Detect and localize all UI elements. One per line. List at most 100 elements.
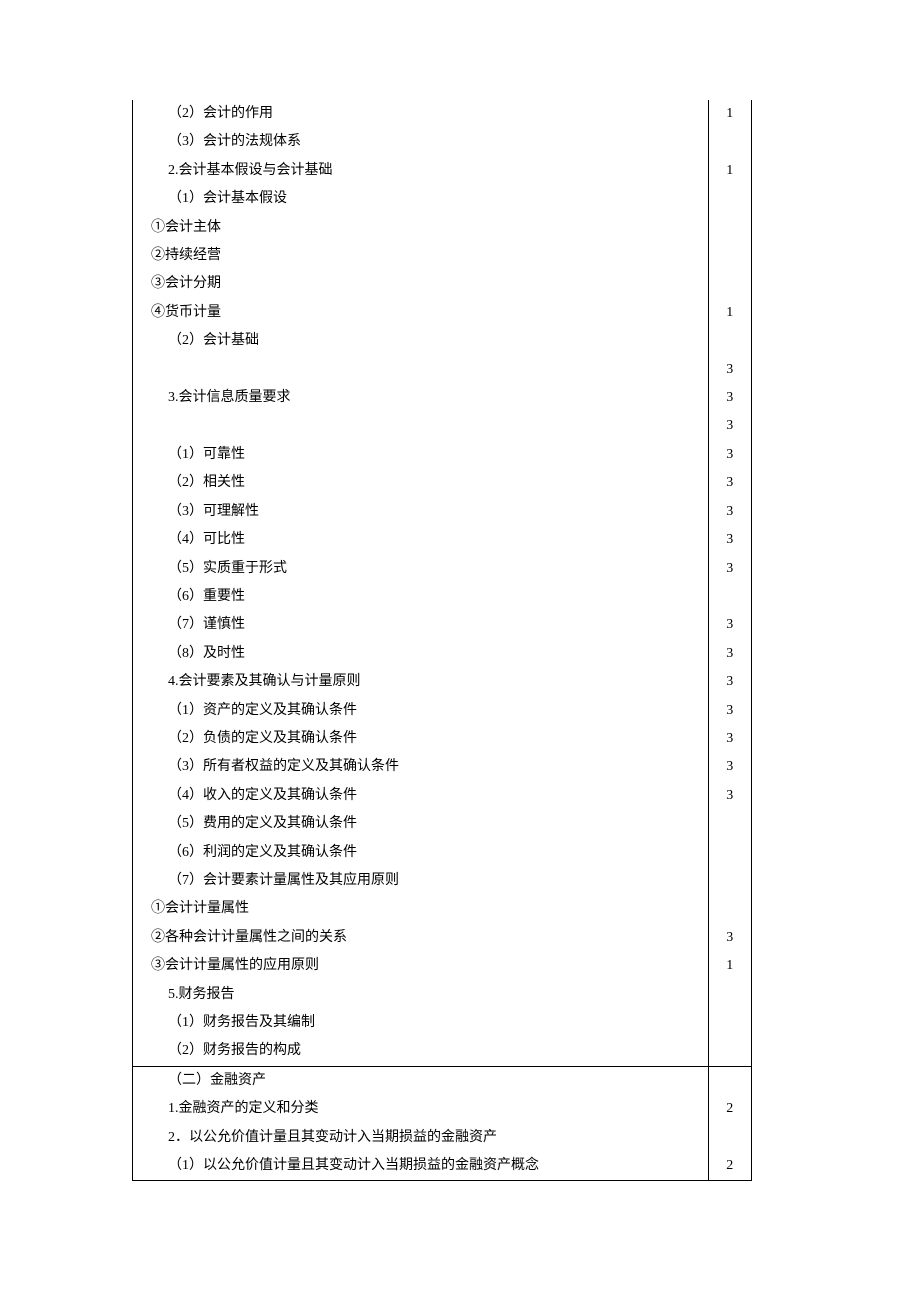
outline-item-value: 3 [708,725,751,753]
outline-item-text: ④货币计量 [133,299,709,327]
outline-item-value [708,242,751,270]
outline-item-value: 3 [708,924,751,952]
table-row: （2）财务报告的构成 [133,1037,752,1066]
table-row: 3 [133,356,752,384]
table-row: （2）相关性3 [133,469,752,497]
outline-item-value: 3 [708,384,751,412]
table-row: 2.会计基本假设与会计基础1 [133,157,752,185]
table-row: ①会计主体 [133,214,752,242]
outline-item-value [708,327,751,355]
outline-item-text: （2）相关性 [133,469,709,497]
outline-item-value: 3 [708,356,751,384]
outline-item-value [708,1037,751,1066]
outline-item-value [708,270,751,298]
outline-item-text: （1）会计基本假设 [133,185,709,213]
table-row: 3.会计信息质量要求3 [133,384,752,412]
table-row: （8）及时性3 [133,640,752,668]
outline-item-text: ①会计计量属性 [133,895,709,923]
table-row: （1）财务报告及其编制 [133,1009,752,1037]
table-row: ①会计计量属性 [133,895,752,923]
table-row: （1）可靠性3 [133,441,752,469]
table-row: （1）以公允价值计量且其变动计入当期损益的金融资产概念2 [133,1152,752,1181]
outline-item-text: （3）可理解性 [133,498,709,526]
outline-item-text [133,356,709,384]
table-row: 2．以公允价值计量且其变动计入当期损益的金融资产 [133,1124,752,1152]
table-row: （二）金融资产 [133,1066,752,1095]
outline-item-text: 2.会计基本假设与会计基础 [133,157,709,185]
table-row: （7）谨慎性3 [133,611,752,639]
outline-item-text: 3.会计信息质量要求 [133,384,709,412]
outline-item-text: （3）会计的法规体系 [133,128,709,156]
outline-item-text [133,412,709,440]
table-row: ②持续经营 [133,242,752,270]
outline-item-value [708,1009,751,1037]
outline-item-text: （5）费用的定义及其确认条件 [133,810,709,838]
outline-item-text: （5）实质重于形式 [133,555,709,583]
outline-item-text: （1）资产的定义及其确认条件 [133,697,709,725]
outline-item-value: 3 [708,469,751,497]
outline-item-value: 3 [708,498,751,526]
outline-item-text: （6）利润的定义及其确认条件 [133,839,709,867]
outline-item-text: ③会计计量属性的应用原则 [133,952,709,980]
outline-item-text: （1）以公允价值计量且其变动计入当期损益的金融资产概念 [133,1152,709,1181]
outline-item-text: 5.财务报告 [133,981,709,1009]
outline-item-value: 1 [708,952,751,980]
outline-item-value: 3 [708,555,751,583]
table-row: （3）可理解性3 [133,498,752,526]
outline-item-text: （1）财务报告及其编制 [133,1009,709,1037]
outline-table: （2）会计的作用1（3）会计的法规体系2.会计基本假设与会计基础1（1）会计基本… [132,100,752,1181]
outline-item-text: 2．以公允价值计量且其变动计入当期损益的金融资产 [133,1124,709,1152]
table-row: ④货币计量1 [133,299,752,327]
table-row: 3 [133,412,752,440]
outline-item-text: 1.金融资产的定义和分类 [133,1095,709,1123]
table-row: （2）会计的作用1 [133,100,752,128]
outline-item-text: （2）负债的定义及其确认条件 [133,725,709,753]
table-row: （6）利润的定义及其确认条件 [133,839,752,867]
outline-item-value: 1 [708,299,751,327]
outline-item-text: （7）会计要素计量属性及其应用原则 [133,867,709,895]
table-row: ③会计计量属性的应用原则1 [133,952,752,980]
outline-item-value: 3 [708,611,751,639]
table-row: （3）会计的法规体系 [133,128,752,156]
outline-item-text: ②持续经营 [133,242,709,270]
outline-item-text: （8）及时性 [133,640,709,668]
outline-item-text: ①会计主体 [133,214,709,242]
outline-item-value [708,214,751,242]
outline-item-text: ②各种会计计量属性之间的关系 [133,924,709,952]
table-row: （2）会计基础 [133,327,752,355]
outline-item-value: 3 [708,412,751,440]
outline-item-value: 3 [708,753,751,781]
table-row: 5.财务报告 [133,981,752,1009]
table-row: （7）会计要素计量属性及其应用原则 [133,867,752,895]
outline-item-value: 2 [708,1152,751,1181]
table-row: （2）负债的定义及其确认条件3 [133,725,752,753]
table-row: （1）会计基本假设 [133,185,752,213]
table-row: （1）资产的定义及其确认条件3 [133,697,752,725]
outline-item-value: 2 [708,1095,751,1123]
outline-item-value: 3 [708,640,751,668]
outline-item-value [708,895,751,923]
outline-item-text: （4）收入的定义及其确认条件 [133,782,709,810]
outline-item-value [708,583,751,611]
outline-item-value [708,839,751,867]
outline-item-value [708,810,751,838]
outline-item-value: 3 [708,782,751,810]
outline-item-text: （2）会计基础 [133,327,709,355]
outline-item-text: ③会计分期 [133,270,709,298]
table-row: （3）所有者权益的定义及其确认条件3 [133,753,752,781]
table-row: （5）费用的定义及其确认条件 [133,810,752,838]
outline-item-text: （二）金融资产 [133,1066,709,1095]
table-row: ②各种会计计量属性之间的关系3 [133,924,752,952]
outline-item-text: （6）重要性 [133,583,709,611]
outline-item-value [708,1124,751,1152]
outline-item-text: （1）可靠性 [133,441,709,469]
outline-item-text: （7）谨慎性 [133,611,709,639]
table-row: 4.会计要素及其确认与计量原则3 [133,668,752,696]
outline-item-value: 3 [708,526,751,554]
outline-item-value [708,128,751,156]
outline-item-value: 1 [708,157,751,185]
outline-item-value: 1 [708,100,751,128]
outline-item-text: （4）可比性 [133,526,709,554]
outline-item-text: （3）所有者权益的定义及其确认条件 [133,753,709,781]
outline-item-value [708,1066,751,1095]
